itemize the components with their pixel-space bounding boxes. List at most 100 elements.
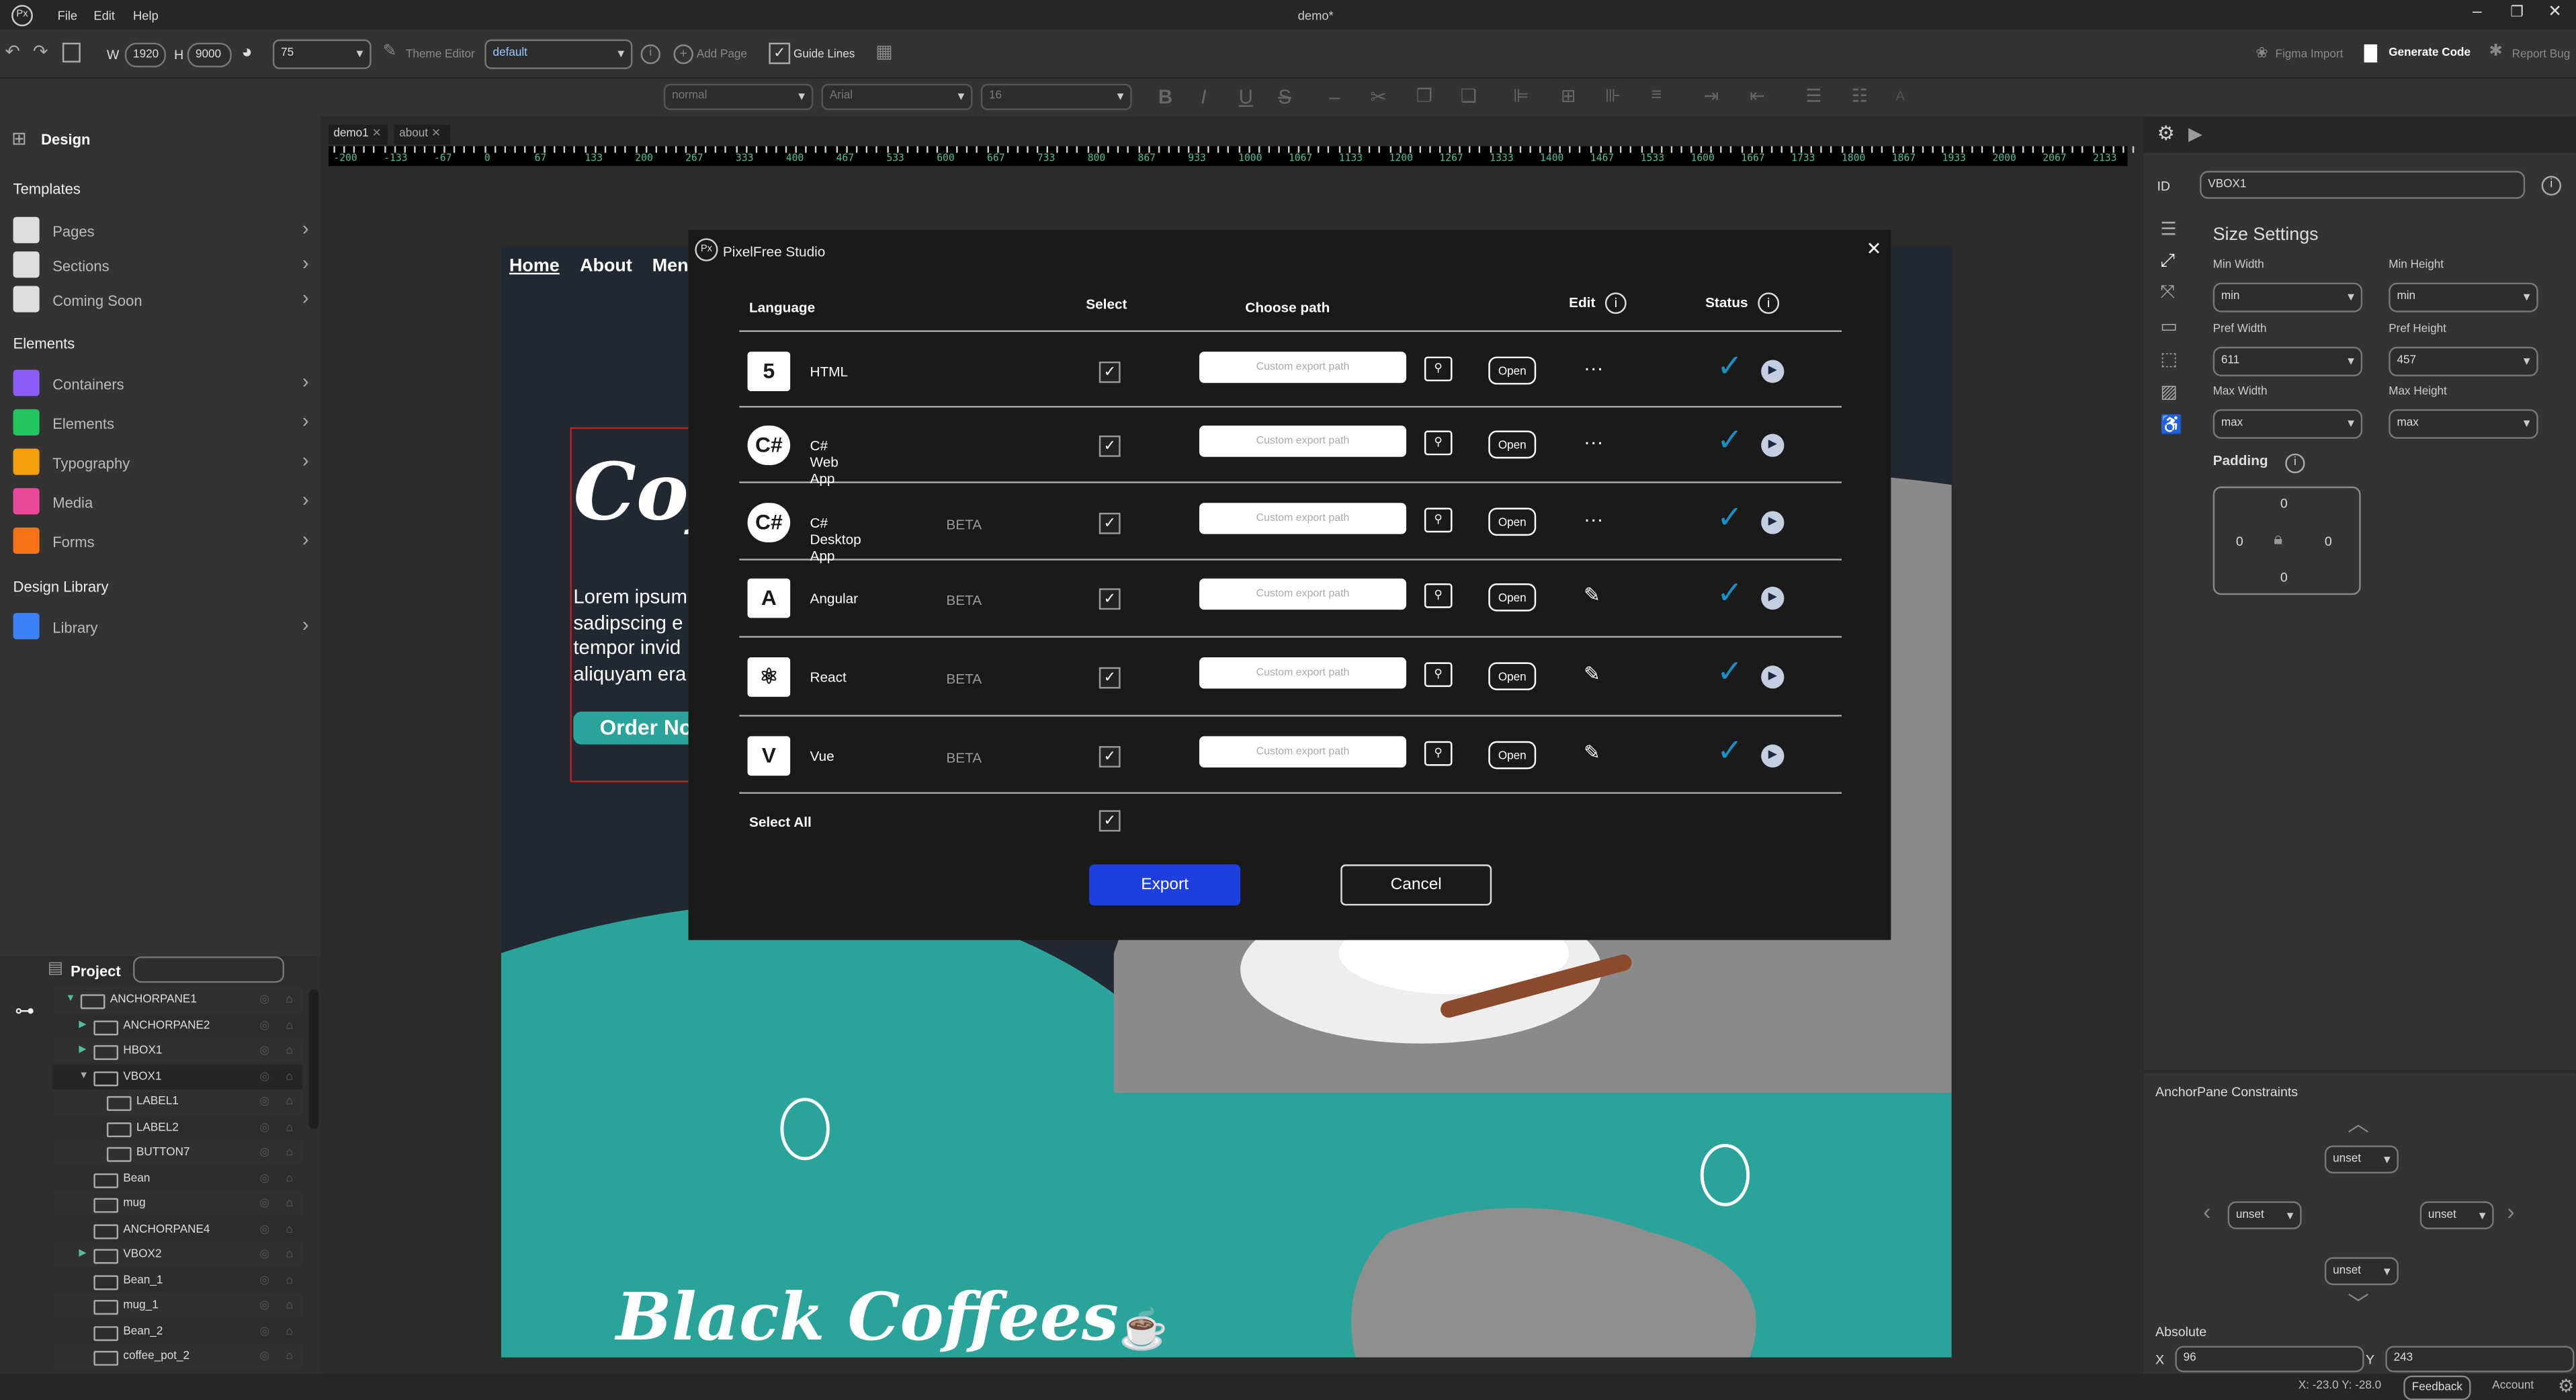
strikethrough-button[interactable]: S bbox=[1278, 85, 1291, 108]
account-settings-icon[interactable]: ⚙ bbox=[2558, 1376, 2574, 1397]
export-path-input[interactable]: Custom export path bbox=[1199, 657, 1407, 689]
visibility-icon[interactable]: ◎ bbox=[259, 1166, 269, 1191]
close-tab-icon[interactable]: ✕ bbox=[372, 128, 381, 140]
zoom-select[interactable]: 75 bbox=[272, 39, 372, 69]
theme-info-icon[interactable]: i bbox=[640, 44, 660, 65]
anchor-right-select[interactable]: unset bbox=[2419, 1201, 2494, 1229]
sidebar-item-library[interactable]: Library › bbox=[13, 610, 312, 643]
select-checkbox[interactable]: ✓ bbox=[1099, 512, 1121, 534]
tree-item[interactable]: ▶ ANCHORPANE2 ◎ ⌂ bbox=[52, 1013, 302, 1038]
lock-icon[interactable]: ⌂ bbox=[286, 988, 292, 1013]
max-height-select[interactable]: max bbox=[2389, 409, 2538, 439]
size-tab-icon[interactable]: ⤢ bbox=[2160, 251, 2175, 273]
height-input[interactable]: 9000 bbox=[187, 42, 232, 68]
align-left-icon[interactable]: ⊫ bbox=[1513, 85, 1529, 107]
expand-right-icon[interactable]: ▶ bbox=[79, 1243, 86, 1268]
open-button[interactable]: Open bbox=[1488, 356, 1537, 385]
sidebar-item-forms[interactable]: Forms › bbox=[13, 524, 312, 557]
export-button[interactable]: Export bbox=[1089, 864, 1241, 906]
open-button[interactable]: Open bbox=[1488, 430, 1537, 459]
palette-icon[interactable]: ◕ bbox=[241, 43, 252, 63]
export-path-input[interactable]: Custom export path bbox=[1199, 503, 1407, 534]
width-input[interactable]: 1920 bbox=[124, 42, 166, 68]
theme-select[interactable]: default bbox=[484, 39, 633, 69]
add-page-icon[interactable]: + bbox=[673, 44, 693, 65]
preview-play-icon[interactable]: ▶ bbox=[1761, 665, 1785, 689]
sidebar-item-containers[interactable]: Containers › bbox=[13, 366, 312, 399]
tree-item[interactable]: LABEL1 ◎ ⌂ bbox=[52, 1089, 302, 1114]
padding-top[interactable]: 0 bbox=[2280, 496, 2288, 511]
browse-folder-icon[interactable]: ⚲ bbox=[1424, 583, 1453, 608]
indent-icon[interactable]: ⇥ bbox=[1704, 85, 1719, 107]
accessibility-tab-icon[interactable]: ♿ bbox=[2160, 414, 2183, 436]
tree-item[interactable]: ▼ VBOX1 ◎ ⌂ bbox=[52, 1064, 302, 1089]
more-options-icon[interactable]: ··· bbox=[1584, 508, 1603, 531]
report-bug-button[interactable]: Report Bug bbox=[2512, 49, 2571, 60]
theme-editor-icon[interactable]: ✎ bbox=[383, 43, 397, 61]
line-icon[interactable]: – bbox=[1329, 85, 1340, 108]
visibility-icon[interactable]: ◎ bbox=[259, 1115, 269, 1140]
bold-button[interactable]: B bbox=[1158, 85, 1172, 108]
lock-icon[interactable]: ⌂ bbox=[286, 1344, 292, 1369]
visibility-icon[interactable]: ◎ bbox=[259, 1344, 269, 1369]
account-button[interactable]: Account bbox=[2492, 1381, 2534, 1392]
font-color-button[interactable]: A bbox=[1896, 89, 1905, 104]
tree-item[interactable]: ▶ HBOX1 ◎ ⌂ bbox=[52, 1038, 302, 1064]
tree-item[interactable]: Bean_1 ◎ ⌂ bbox=[52, 1268, 302, 1292]
visibility-icon[interactable]: ◎ bbox=[259, 1089, 269, 1114]
feedback-button[interactable]: Feedback bbox=[2403, 1375, 2471, 1400]
lock-icon[interactable]: ⌂ bbox=[286, 1089, 292, 1114]
visibility-icon[interactable]: ◎ bbox=[259, 988, 269, 1013]
select-all-checkbox[interactable]: ✓ bbox=[1099, 810, 1121, 832]
padding-left[interactable]: 0 bbox=[2236, 534, 2243, 549]
font-family-select[interactable]: Arial bbox=[821, 83, 973, 110]
padding-lock-icon[interactable]: 🔒︎ bbox=[2274, 531, 2282, 549]
generate-code-icon[interactable] bbox=[2364, 44, 2378, 63]
open-button[interactable]: Open bbox=[1488, 662, 1537, 690]
tree-item[interactable]: Bean_2 ◎ ⌂ bbox=[52, 1319, 302, 1344]
cancel-button[interactable]: Cancel bbox=[1340, 864, 1492, 906]
tab-demo1[interactable]: demo1 ✕ bbox=[329, 124, 388, 145]
layout-tab-icon[interactable]: ☰ bbox=[2160, 218, 2176, 240]
tree-item[interactable]: mug ◎ ⌂ bbox=[52, 1191, 302, 1217]
lock-icon[interactable]: ⌂ bbox=[286, 1293, 292, 1318]
close-tab-icon[interactable]: ✕ bbox=[431, 128, 441, 140]
visibility-icon[interactable]: ◎ bbox=[259, 1293, 269, 1318]
redo-icon[interactable]: ↷ bbox=[33, 41, 48, 63]
expand-down-icon[interactable]: ▼ bbox=[79, 1064, 89, 1089]
x-input[interactable]: 96 bbox=[2175, 1346, 2364, 1372]
tree-item[interactable]: coffee_pot_2 ◎ ⌂ bbox=[52, 1344, 302, 1369]
bug-icon[interactable]: ✱ bbox=[2489, 43, 2503, 61]
tree-item[interactable]: Bean ◎ ⌂ bbox=[52, 1166, 302, 1191]
font-weight-select[interactable]: normal bbox=[663, 83, 814, 110]
tree-item[interactable]: mug_1 ◎ ⌂ bbox=[52, 1293, 302, 1319]
copy-icon[interactable]: ❐ bbox=[1416, 85, 1432, 107]
settings-tab-icon[interactable]: ⚙ bbox=[2157, 122, 2174, 145]
nav-home[interactable]: Home bbox=[509, 256, 560, 276]
edit-pencil-icon[interactable]: ✎ bbox=[1584, 662, 1600, 685]
guide-lines-checkbox[interactable]: ✓ bbox=[769, 42, 791, 65]
display-tab-icon[interactable]: ▭ bbox=[2160, 315, 2177, 337]
project-search-input[interactable] bbox=[133, 956, 285, 983]
figma-import-button[interactable]: Figma Import bbox=[2276, 49, 2344, 60]
select-checkbox[interactable]: ✓ bbox=[1099, 588, 1121, 610]
tree-item[interactable]: ▶ VBOX2 ◎ ⌂ bbox=[52, 1242, 302, 1268]
expand-tab-icon[interactable]: ⤧ bbox=[2160, 283, 2175, 304]
edit-pencil-icon[interactable]: ✎ bbox=[1584, 741, 1600, 764]
sidebar-item-elements[interactable]: Elements › bbox=[13, 406, 312, 439]
export-path-input[interactable]: Custom export path bbox=[1199, 425, 1407, 457]
min-height-select[interactable]: min bbox=[2389, 282, 2538, 313]
browse-folder-icon[interactable]: ⚲ bbox=[1424, 356, 1453, 382]
tree-item[interactable]: ▼ ANCHORPANE1 ◎ ⌂ bbox=[52, 987, 302, 1013]
browse-folder-icon[interactable]: ⚲ bbox=[1424, 741, 1453, 766]
sidebar-item-coming-soon[interactable]: Coming Soon › bbox=[13, 283, 312, 316]
visibility-icon[interactable]: ◎ bbox=[259, 1319, 269, 1344]
y-input[interactable]: 243 bbox=[2385, 1346, 2575, 1372]
minimize-icon[interactable]: – bbox=[2473, 3, 2482, 22]
visibility-icon[interactable]: ◎ bbox=[259, 1013, 269, 1038]
anchor-left-select[interactable]: unset bbox=[2227, 1201, 2302, 1229]
padding-info-icon[interactable]: i bbox=[2285, 453, 2305, 474]
lock-icon[interactable]: ⌂ bbox=[286, 1141, 292, 1165]
italic-button[interactable]: I bbox=[1201, 85, 1206, 108]
sidebar-item-typography[interactable]: Typography › bbox=[13, 446, 312, 479]
